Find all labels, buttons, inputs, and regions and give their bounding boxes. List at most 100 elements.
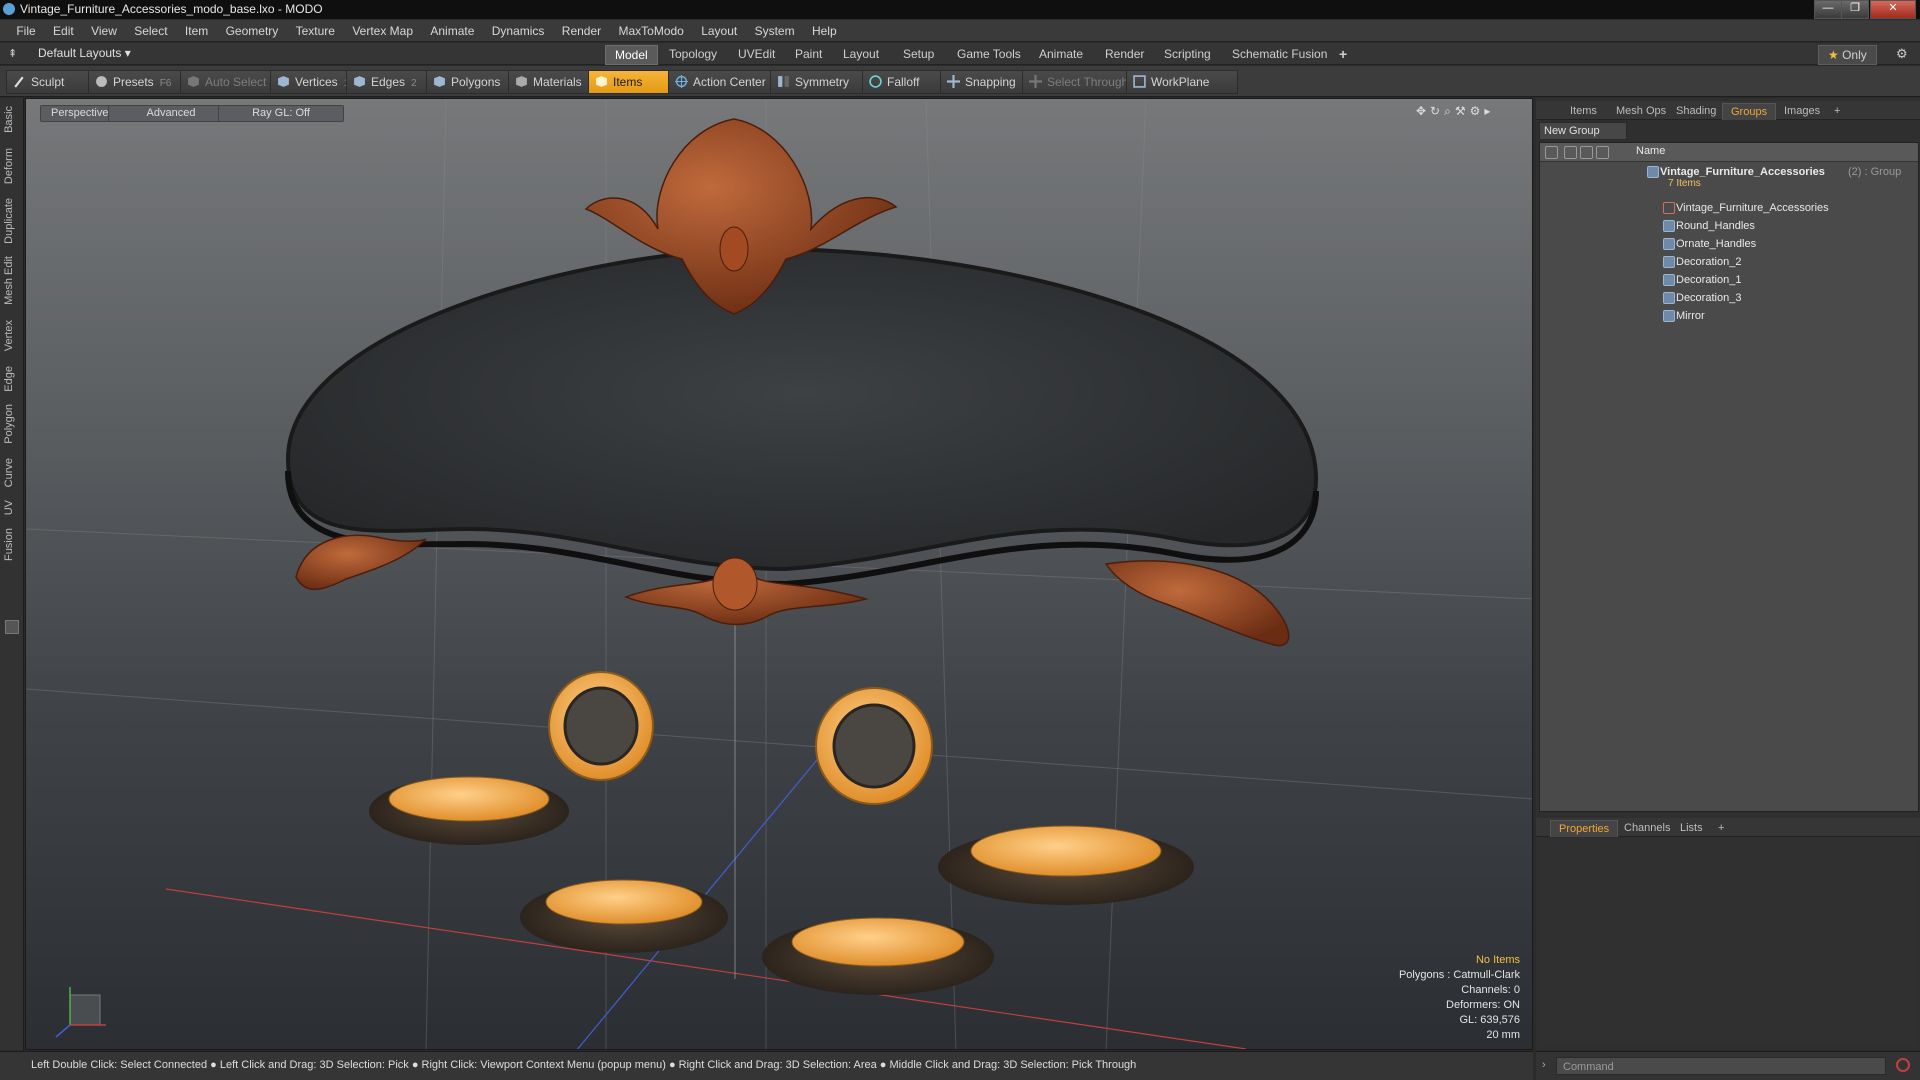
mesh-icon bbox=[1663, 310, 1675, 322]
minimize-button[interactable]: — bbox=[1814, 0, 1842, 19]
layout-selector[interactable]: Default Layouts ▾ bbox=[38, 46, 131, 60]
decoration-2-center[interactable] bbox=[623, 557, 869, 626]
vtab-duplicate[interactable]: Duplicate bbox=[3, 198, 21, 244]
maximize-button[interactable]: ❐ bbox=[1841, 0, 1869, 19]
vtab-vertex[interactable]: Vertex bbox=[3, 320, 21, 351]
menu-maxtomodo[interactable]: MaxToModo bbox=[611, 20, 690, 42]
menu-texture[interactable]: Texture bbox=[289, 20, 342, 42]
vtab-curve[interactable]: Curve bbox=[3, 458, 21, 487]
ornate-handle-1[interactable] bbox=[369, 776, 569, 845]
tab-game-tools[interactable]: Game Tools bbox=[948, 45, 1030, 63]
brush-icon bbox=[14, 76, 24, 88]
tab-images[interactable]: Images bbox=[1776, 103, 1828, 119]
tab-layout[interactable]: Layout bbox=[834, 45, 888, 63]
add-panel-tab[interactable]: + bbox=[1826, 103, 1848, 119]
vtab-basic[interactable]: Basic bbox=[3, 106, 21, 133]
tree-child-row[interactable]: Mirror bbox=[1540, 307, 1918, 325]
groups-tree: Name Vintage_Furniture_Accessories (2) :… bbox=[1539, 142, 1919, 812]
tree-child-row[interactable]: Round_Handles bbox=[1540, 217, 1918, 235]
tree-child-row[interactable]: Decoration_2 bbox=[1540, 253, 1918, 271]
tab-render[interactable]: Render bbox=[1096, 45, 1153, 63]
round-handle-right[interactable] bbox=[815, 687, 933, 805]
vtab-uv[interactable]: UV bbox=[3, 500, 21, 515]
menu-geometry[interactable]: Geometry bbox=[219, 20, 286, 42]
tab-model[interactable]: Model bbox=[605, 45, 658, 65]
gl-info: GL: 639,576 bbox=[1459, 1014, 1520, 1026]
tab-mesh-ops[interactable]: Mesh Ops bbox=[1608, 103, 1674, 119]
round-handle-left[interactable] bbox=[548, 671, 654, 781]
menu-animate[interactable]: Animate bbox=[423, 20, 481, 42]
menu-file[interactable]: File bbox=[9, 20, 42, 42]
new-group-button[interactable]: New Group bbox=[1539, 122, 1627, 140]
tab-uvedit[interactable]: UVEdit bbox=[729, 45, 784, 63]
3d-viewport[interactable]: Perspective Advanced Ray GL: Off ✥↻⌕⚒⚙▸ bbox=[25, 98, 1533, 1050]
status-hint: Left Double Click: Select Connected ● Le… bbox=[31, 1059, 1137, 1071]
tree-group-row[interactable]: Vintage_Furniture_Accessories (2) : Grou… bbox=[1540, 163, 1918, 189]
ornate-handle-3[interactable] bbox=[520, 879, 728, 953]
render-column-icon[interactable] bbox=[1564, 146, 1577, 159]
tree-child-row[interactable]: Decoration_3 bbox=[1540, 289, 1918, 307]
tree-child-row[interactable]: Decoration_1 bbox=[1540, 271, 1918, 289]
ornate-handle-2[interactable] bbox=[938, 825, 1194, 905]
lock-column-icon[interactable] bbox=[1580, 146, 1593, 159]
decoration-3-left-scroll[interactable] bbox=[295, 534, 427, 591]
name-column-header[interactable]: Name bbox=[1636, 145, 1665, 157]
menu-help[interactable]: Help bbox=[805, 20, 844, 42]
vtab-deform[interactable]: Deform bbox=[3, 148, 21, 184]
tab-paint[interactable]: Paint bbox=[786, 45, 831, 63]
polygons-info: Polygons : Catmull-Clark bbox=[1398, 969, 1520, 981]
selection-info: No Items bbox=[1475, 954, 1520, 966]
menu-render[interactable]: Render bbox=[555, 20, 608, 42]
menu-item[interactable]: Item bbox=[178, 20, 215, 42]
vtab-fusion[interactable]: Fusion bbox=[3, 528, 21, 561]
ornate-handle-4[interactable] bbox=[762, 917, 994, 995]
tab-groups[interactable]: Groups bbox=[1722, 103, 1777, 120]
menu-select[interactable]: Select bbox=[127, 20, 174, 42]
tab-scripting[interactable]: Scripting bbox=[1155, 45, 1220, 63]
vtab-edge[interactable]: Edge bbox=[3, 366, 21, 392]
tree-child-row[interactable]: Vintage_Furniture_Accessories bbox=[1540, 199, 1918, 217]
tab-schematic-fusion[interactable]: Schematic Fusion bbox=[1223, 45, 1336, 63]
menu-dynamics[interactable]: Dynamics bbox=[485, 20, 552, 42]
visibility-column-icon[interactable] bbox=[1545, 146, 1558, 159]
command-bar: › Command bbox=[1536, 1051, 1920, 1080]
tab-topology[interactable]: Topology bbox=[660, 45, 726, 63]
tab-shading[interactable]: Shading bbox=[1668, 103, 1724, 119]
group-count: (2) : Group bbox=[1848, 166, 1902, 178]
workplane-icon bbox=[1133, 75, 1146, 88]
workplane-button[interactable]: WorkPlane bbox=[1126, 70, 1238, 94]
menu-vertex-map[interactable]: Vertex Map bbox=[345, 20, 420, 42]
left-tool-tabs: Basic Deform Duplicate Mesh Edit Vertex … bbox=[0, 98, 24, 1050]
menu-edit[interactable]: Edit bbox=[46, 20, 81, 42]
menu-layout[interactable]: Layout bbox=[694, 20, 744, 42]
tab-channels[interactable]: Channels bbox=[1616, 820, 1678, 836]
select-column-icon[interactable] bbox=[1596, 146, 1609, 159]
vtab-mesh-edit[interactable]: Mesh Edit bbox=[3, 256, 21, 305]
menu-system[interactable]: System bbox=[748, 20, 802, 42]
close-button[interactable]: ✕ bbox=[1870, 0, 1916, 19]
add-tab-button[interactable]: + bbox=[1330, 45, 1356, 63]
vertex-cube-icon bbox=[278, 76, 289, 87]
tab-lists[interactable]: Lists bbox=[1672, 820, 1711, 836]
gear-icon[interactable]: ⚙ bbox=[1896, 46, 1908, 62]
mesh-icon bbox=[1663, 238, 1675, 250]
items-icon bbox=[596, 76, 607, 87]
tab-items[interactable]: Items bbox=[1562, 103, 1605, 119]
vtab-polygon[interactable]: Polygon bbox=[3, 404, 21, 444]
command-arrow-icon: › bbox=[1542, 1059, 1546, 1071]
tree-child-row[interactable]: Ornate_Handles bbox=[1540, 235, 1918, 253]
only-toggle[interactable]: ★ Only bbox=[1818, 45, 1877, 65]
tool-pin-icon[interactable] bbox=[5, 620, 19, 634]
add-properties-tab[interactable]: + bbox=[1710, 820, 1732, 836]
tab-setup[interactable]: Setup bbox=[894, 45, 943, 63]
menu-view[interactable]: View bbox=[84, 20, 124, 42]
right-panel: Items Mesh Ops Shading Groups Images + N… bbox=[1536, 98, 1920, 1050]
layout-up-icon[interactable]: ⇞ bbox=[8, 47, 20, 60]
presets-icon bbox=[96, 76, 107, 87]
tab-properties[interactable]: Properties bbox=[1550, 820, 1619, 837]
record-icon[interactable] bbox=[1896, 1058, 1910, 1072]
status-bar: Left Double Click: Select Connected ● Le… bbox=[0, 1051, 1533, 1080]
tab-animate[interactable]: Animate bbox=[1030, 45, 1092, 63]
command-input[interactable]: Command bbox=[1556, 1057, 1886, 1075]
decoration-3-right-scroll[interactable] bbox=[1104, 560, 1290, 647]
